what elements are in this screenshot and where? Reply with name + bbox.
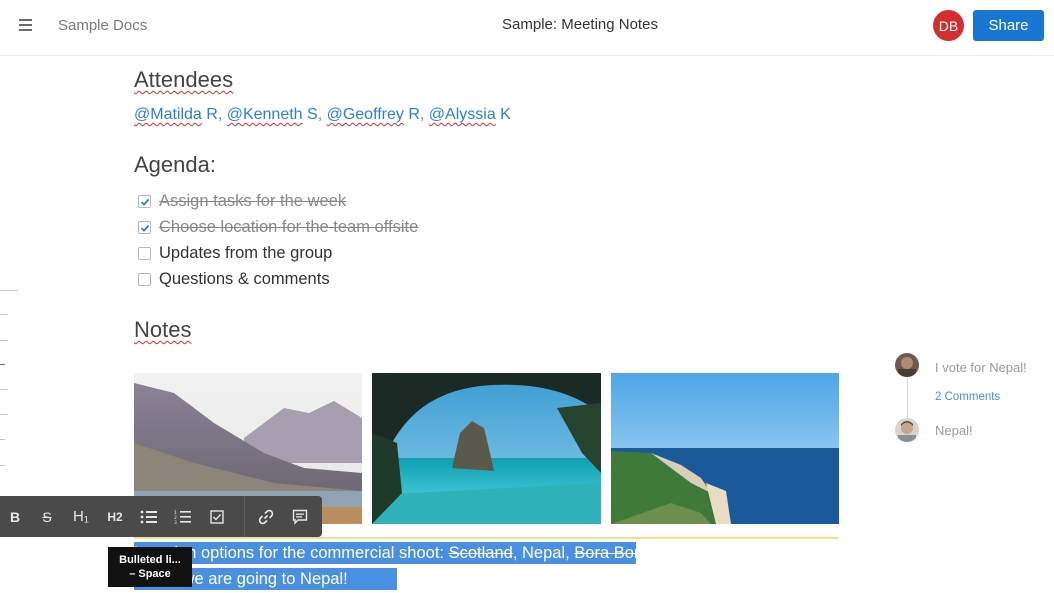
- commenter-avatar[interactable]: [895, 418, 919, 442]
- checklist-button[interactable]: [200, 496, 234, 537]
- coastal-cliff-photo[interactable]: [611, 373, 839, 524]
- svg-text:3: 3: [174, 520, 177, 524]
- mention-link[interactable]: @Geoffrey R: [327, 106, 420, 123]
- outline-marker[interactable]: [0, 290, 18, 291]
- checkbox-checked[interactable]: [138, 221, 151, 234]
- heading1-button[interactable]: H₁: [64, 496, 98, 537]
- insert-link-button[interactable]: [245, 496, 287, 537]
- todo-label[interactable]: Questions & comments: [159, 270, 330, 289]
- bulleted-list-icon: [140, 510, 157, 523]
- outline-marker[interactable]: [0, 414, 8, 415]
- heading2-button[interactable]: H2: [98, 496, 132, 537]
- document-title: Sample: Meeting Notes: [502, 16, 658, 33]
- formatting-toolbar: B S H₁ H2 123: [0, 496, 322, 537]
- todo-item: Questions & comments: [138, 270, 330, 289]
- link-icon: [258, 509, 274, 524]
- add-comment-button[interactable]: [287, 496, 313, 537]
- comment-thread-line: [907, 378, 908, 420]
- bulleted-list-button[interactable]: [132, 496, 166, 537]
- outline-marker[interactable]: [0, 364, 5, 365]
- todo-item: Choose location for the team offsite: [138, 218, 418, 237]
- active-block-indicator: [134, 537, 839, 539]
- strikethrough-button[interactable]: S: [30, 496, 64, 537]
- user-avatar[interactable]: DB: [933, 10, 964, 41]
- todo-label[interactable]: Choose location for the team offsite: [159, 218, 418, 237]
- attendees-heading: Attendees: [134, 67, 234, 92]
- toolbar-tooltip: Bulleted li... – Space: [108, 547, 192, 587]
- outline-marker[interactable]: [0, 314, 8, 315]
- mention-link[interactable]: @Alyssia K: [429, 106, 511, 123]
- todo-label[interactable]: Assign tasks for the week: [159, 192, 346, 211]
- mention-link[interactable]: @Matilda R: [134, 106, 218, 123]
- outline-marker[interactable]: [0, 465, 5, 466]
- checkbox-unchecked[interactable]: [138, 273, 151, 286]
- numbered-list-icon: 123: [174, 510, 191, 524]
- outline-marker[interactable]: [0, 439, 5, 440]
- agenda-heading: Agenda:: [134, 152, 216, 177]
- todo-item: Assign tasks for the week: [138, 192, 346, 211]
- checkbox-unchecked[interactable]: [138, 247, 151, 260]
- outline-marker[interactable]: [0, 389, 8, 390]
- comment-icon: [292, 509, 308, 525]
- notes-heading: Notes: [134, 317, 192, 342]
- commenter-avatar[interactable]: [895, 353, 919, 377]
- checkbox-icon: [210, 509, 224, 524]
- todo-item: Updates from the group: [138, 244, 332, 263]
- attendees-list: @Matilda R, @Kenneth S, @Geoffrey R, @Al…: [134, 106, 511, 123]
- selected-text-line[interactable]: Location options for the commercial shoo…: [134, 542, 636, 564]
- outline-marker[interactable]: [0, 340, 8, 341]
- mention-link[interactable]: @Kenneth S: [227, 106, 318, 123]
- bold-button[interactable]: B: [0, 496, 30, 537]
- comment-text: Nepal!: [935, 423, 973, 438]
- top-bar: Sample Docs Sample: Meeting Notes DB Sha…: [0, 0, 1054, 56]
- numbered-list-button[interactable]: 123: [166, 496, 200, 537]
- comments-count-link[interactable]: 2 Comments: [935, 391, 1000, 403]
- sea-cave-rock-photo[interactable]: [372, 373, 601, 524]
- share-button[interactable]: Share: [973, 10, 1044, 41]
- comment-text: I vote for Nepal!: [935, 360, 1027, 375]
- checkbox-checked[interactable]: [138, 195, 151, 208]
- todo-label[interactable]: Updates from the group: [159, 244, 332, 263]
